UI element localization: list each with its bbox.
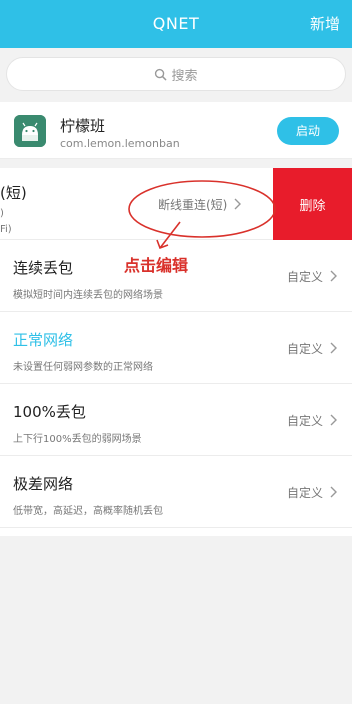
custom-label: 自定义 — [286, 341, 323, 356]
delete-button[interactable]: 删除 — [273, 168, 352, 240]
profile-desc: 未设置任何弱网参数的正常网络 — [13, 362, 153, 373]
app-row: 柠檬班 com.lemon.lemonban 启动 — [0, 103, 352, 159]
search-bar-container: 搜索 — [0, 48, 352, 102]
app-name: 柠檬班 — [60, 117, 106, 135]
chevron-right-icon — [330, 342, 337, 354]
launch-button[interactable]: 启动 — [277, 117, 339, 145]
annotation-ellipse — [128, 180, 276, 238]
custom-label: 自定义 — [286, 413, 323, 428]
custom-action[interactable]: 自定义 — [287, 312, 339, 384]
search-input[interactable]: 搜索 — [6, 57, 346, 91]
android-app-icon — [14, 115, 46, 147]
page-title: QNET — [152, 14, 200, 33]
section-divider — [0, 159, 352, 168]
custom-action[interactable]: 自定义 — [287, 456, 339, 528]
profile-row[interactable]: 极差网络 低带宽，高延迟，高概率随机丢包 自定义 — [0, 456, 352, 528]
profile-title: 连续丢包 — [13, 259, 74, 277]
profile-title: (短) — [0, 184, 27, 202]
add-button[interactable]: 新增 — [310, 0, 340, 48]
custom-action[interactable]: 自定义 — [287, 240, 339, 312]
profile-desc: 上下行100%丢包的弱网场景 — [13, 434, 142, 445]
search-placeholder: 搜索 — [171, 68, 198, 84]
empty-area — [0, 536, 352, 704]
custom-label: 自定义 — [286, 269, 323, 284]
profile-title: 正常网络 — [13, 331, 74, 349]
profile-desc: 模拟短时间内连续丢包的网络场景 — [13, 290, 163, 301]
profile-title: 100%丢包 — [13, 403, 86, 421]
profile-desc: ) — [0, 208, 4, 219]
profile-row[interactable]: 正常网络 未设置任何弱网参数的正常网络 自定义 — [0, 312, 352, 384]
custom-label: 自定义 — [286, 485, 323, 500]
chevron-right-icon — [330, 270, 337, 282]
profile-desc: Fi) — [0, 224, 12, 235]
app-header: QNET 新增 — [0, 0, 352, 48]
profile-row[interactable]: 100%丢包 上下行100%丢包的弱网场景 自定义 — [0, 384, 352, 456]
profile-desc: 低带宽，高延迟，高概率随机丢包 — [13, 506, 163, 517]
chevron-right-icon — [330, 486, 337, 498]
search-inner: 搜索 — [7, 58, 345, 90]
custom-action[interactable]: 自定义 — [287, 384, 339, 456]
app-package: com.lemon.lemonban — [60, 137, 180, 150]
search-icon — [155, 68, 167, 80]
annotation-label: 点击编辑 — [124, 256, 189, 275]
profile-title: 极差网络 — [13, 475, 74, 493]
chevron-right-icon — [330, 414, 337, 426]
